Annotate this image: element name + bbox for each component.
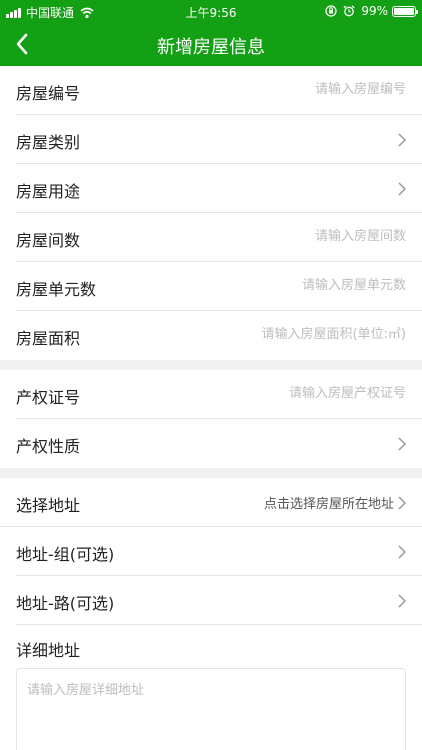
property-nature-row[interactable]: 产权性质 [16, 419, 422, 468]
house-number-row: 房屋编号 [16, 66, 422, 115]
chevron-right-icon [398, 133, 406, 147]
battery-fill [394, 7, 414, 15]
chevron-right-icon [398, 182, 406, 196]
chevron-right-icon [398, 496, 406, 510]
house-category-label: 房屋类别 [16, 133, 81, 152]
area-row: 房屋面积 [16, 311, 422, 360]
room-count-input[interactable] [186, 229, 406, 244]
property-nature-label: 产权性质 [16, 437, 81, 456]
room-count-label: 房屋间数 [16, 231, 81, 250]
chevron-right-icon [398, 594, 406, 608]
address-group-row[interactable]: 地址-组(可选) [16, 527, 422, 576]
navigation-bar: 新增房屋信息 [0, 22, 422, 66]
chevron-right-icon [398, 545, 406, 559]
detail-address-label: 详细地址 [16, 641, 81, 660]
address-group-label: 地址-组(可选) [16, 545, 115, 564]
section-divider [0, 468, 422, 478]
address-road-label: 地址-路(可选) [16, 594, 115, 613]
address-road-row[interactable]: 地址-路(可选) [16, 576, 422, 625]
house-number-label: 房屋编号 [16, 84, 81, 103]
section-divider [0, 360, 422, 370]
unit-count-label: 房屋单元数 [16, 280, 97, 299]
select-address-hint: 点击选择房屋所在地址 [263, 497, 394, 512]
house-number-input[interactable] [186, 82, 406, 97]
alarm-icon [343, 5, 355, 17]
form-content: 房屋编号 房屋类别 房屋用途 房屋间数 房屋单元数 房屋面积 产权证号 产权性质… [0, 66, 422, 625]
room-count-row: 房屋间数 [16, 213, 422, 262]
page-title: 新增房屋信息 [157, 37, 265, 58]
area-input[interactable] [186, 327, 406, 342]
select-address-label: 选择地址 [16, 496, 81, 515]
back-button[interactable] [8, 30, 36, 58]
back-arrow-icon [16, 33, 28, 55]
rotation-lock-icon [325, 5, 337, 17]
house-usage-row[interactable]: 房屋用途 [16, 164, 422, 213]
property-certificate-label: 产权证号 [16, 388, 81, 407]
house-usage-label: 房屋用途 [16, 182, 81, 201]
battery-icon [392, 5, 418, 17]
chevron-right-icon [398, 437, 406, 451]
unit-count-input[interactable] [186, 278, 406, 293]
property-certificate-input[interactable] [186, 386, 406, 401]
detail-address-box [16, 668, 406, 750]
unit-count-row: 房屋单元数 [16, 262, 422, 311]
detail-address-textarea[interactable] [17, 669, 405, 750]
area-label: 房屋面积 [16, 329, 81, 348]
status-bar: 中国联通 上午9:56 99% [0, 0, 422, 22]
property-certificate-row: 产权证号 [16, 370, 422, 419]
house-category-row[interactable]: 房屋类别 [16, 115, 422, 164]
status-right: 99% [325, 4, 418, 18]
select-address-row[interactable]: 选择地址 点击选择房屋所在地址 [0, 478, 422, 527]
battery-percent: 99% [361, 4, 388, 18]
